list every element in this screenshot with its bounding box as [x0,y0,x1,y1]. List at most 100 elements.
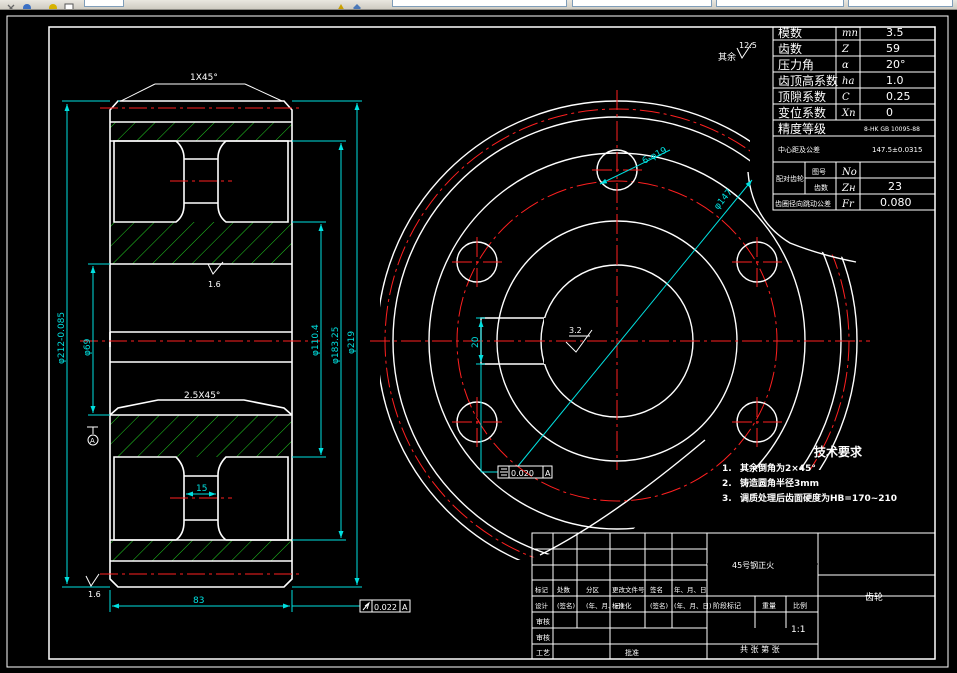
tech-req-number: 2. [722,479,732,489]
param-value: 3.5 [886,26,904,39]
dim-phi219: φ219 [347,331,357,354]
fig-no-label: 图号 [812,168,826,176]
material-text: 45号钢正火 [732,560,774,570]
title-row-blank: 审核 [536,633,550,642]
web-hatch-bottom [110,415,292,457]
chamfer-top-label: 1X45° [190,73,218,83]
svg-text:0.022: 0.022 [374,603,397,612]
tech-req-text: 铸造圆角半径3mm [740,477,819,489]
param-label: 精度等级 [778,121,826,136]
lineweight-dropdown[interactable] [716,0,844,7]
properties-icon[interactable] [64,0,74,9]
color-dropdown[interactable] [392,0,567,7]
match-properties-icon[interactable] [336,0,346,9]
dim-15: 15 [196,484,207,494]
keyway-depth-label: 20 [471,336,481,348]
rim-hatch-bottom [110,540,292,561]
title-header-cell: 签名 [650,585,663,594]
mating-teeth-label: 齿数 [814,183,828,192]
title-header-cell: 更改文件号 [612,585,645,594]
dim-phi110: φ110.4 [311,324,321,356]
mating-teeth-value: 23 [888,180,902,193]
param-value: 8-HK GB 10095-88 [864,126,920,133]
title-header-cell: 年、月、日 [674,585,707,594]
title-block: 标记 处数 分区 更改文件号 签名 年、月、日 设计 (签名) (年、月、日)标准化 (签名)(… [531,532,936,660]
svg-text:12.5: 12.5 [739,41,757,50]
scale-value: 1:1 [791,625,805,635]
title-design-cell: 设计 [535,601,549,610]
layer-manager-icon[interactable] [352,0,362,9]
dim-phi212: φ212-0.085 [57,312,67,364]
param-value: 59 [886,42,900,55]
param-value: 20° [886,58,906,71]
param-symbol: ha [842,76,854,87]
roughness-symbol-inner: 1.6 [207,261,224,289]
title-row-check: 审核 [536,617,550,626]
center-distance-value: 147.5±0.0315 [872,146,922,154]
svg-text:A: A [545,469,551,478]
rim-hatch-top [110,122,292,141]
scale-label: 比例 [793,601,807,610]
param-symbol: mn [842,28,858,39]
param-value: 0 [886,106,893,119]
weight-label: 重量 [762,602,776,610]
sheets-text: 共 张 第 张 [740,644,780,654]
front-view: 6-φ19 φ147 20 3.2 0.020 A [370,90,870,560]
param-label: 模数 [778,25,802,40]
color-icon[interactable] [48,0,58,9]
gear-parameter-table: 模数 mn 3.5 齿数 Z 59 压力角 α 20° 齿顶高系数 ha 1.0 顶隙系数 C 0.25 变位… [772,25,936,211]
symmetry-tolerance-frame: 0.020 A [497,465,553,479]
stage-label: 阶段标记 [713,601,741,610]
svg-text:技术要求: 技术要求 [814,444,863,459]
keyway-roughness-symbol: 3.2 [565,326,593,353]
mating-gear-label: 配对齿轮 [776,174,804,183]
layer-icon[interactable] [22,0,32,9]
ring-runout-symbol: Fr [841,199,855,210]
param-symbol: Z [841,44,850,55]
roughness-note: 其余 12.5 [718,41,757,63]
chamfer-mid-label: 2.5X45° [184,391,220,401]
param-label: 齿顶高系数 [778,73,838,88]
param-symbol: Xn [841,108,856,119]
pan-icon[interactable] [6,0,16,9]
title-header-cell: 分区 [586,585,600,594]
web-hatch-top [110,222,292,264]
title-design-cell: 标准化 [612,601,632,610]
ring-runout-label: 齿圈径向跳动公差 [775,199,831,208]
layer-dropdown[interactable] [84,0,124,7]
technical-requirements: 技术要求 1. 其余倒角为2×45° 2. 铸造圆角半径3mm 3. 调质处理后齿面硬度为… [722,444,897,504]
fig-no-symbol: No [841,167,857,178]
title-row-process: 工艺 [536,649,550,657]
param-symbol: α [842,60,849,71]
svg-text:0.020: 0.020 [511,469,534,478]
param-label: 压力角 [778,58,814,72]
mating-teeth-symbol: Zн [841,183,856,194]
svg-text:1.6: 1.6 [208,280,221,289]
svg-text:1.6: 1.6 [88,590,101,599]
tech-req-text: 其余倒角为2×45° [740,462,816,474]
param-label: 变位系数 [778,105,826,120]
param-value: 0.25 [886,90,911,103]
pcd-label: φ147 [713,188,735,212]
svg-text:其余: 其余 [718,51,736,63]
param-value: 1.0 [886,74,904,87]
hole-callout-label: 6-φ19 [641,146,669,167]
title-header-cell: 处数 [557,585,571,594]
plotstyle-dropdown[interactable] [848,0,953,7]
center-distance-label: 中心距及公差 [778,145,820,154]
linetype-dropdown[interactable] [572,0,712,7]
title-row-approve: 批准 [625,648,639,657]
title-design-cell: (签名) [650,601,668,610]
dim-phi69: φ69 [83,338,93,356]
param-label: 顶隙系数 [778,89,826,104]
runout-tolerance-frame: 0.022 A [359,599,411,613]
part-name: 齿轮 [865,591,883,603]
svg-text:A: A [90,437,95,445]
dim-phi183: φ183.25 [331,327,341,364]
tech-req-number: 1. [722,464,732,474]
drawing-canvas[interactable]: 83 15 φ212-0.085 φ69 φ110.4 φ183.25 φ219… [0,10,957,673]
param-label: 齿数 [778,41,802,56]
svg-text:3.2: 3.2 [569,326,582,335]
title-design-cell: (签名) [557,601,575,610]
datum-a-symbol: A [87,426,99,446]
